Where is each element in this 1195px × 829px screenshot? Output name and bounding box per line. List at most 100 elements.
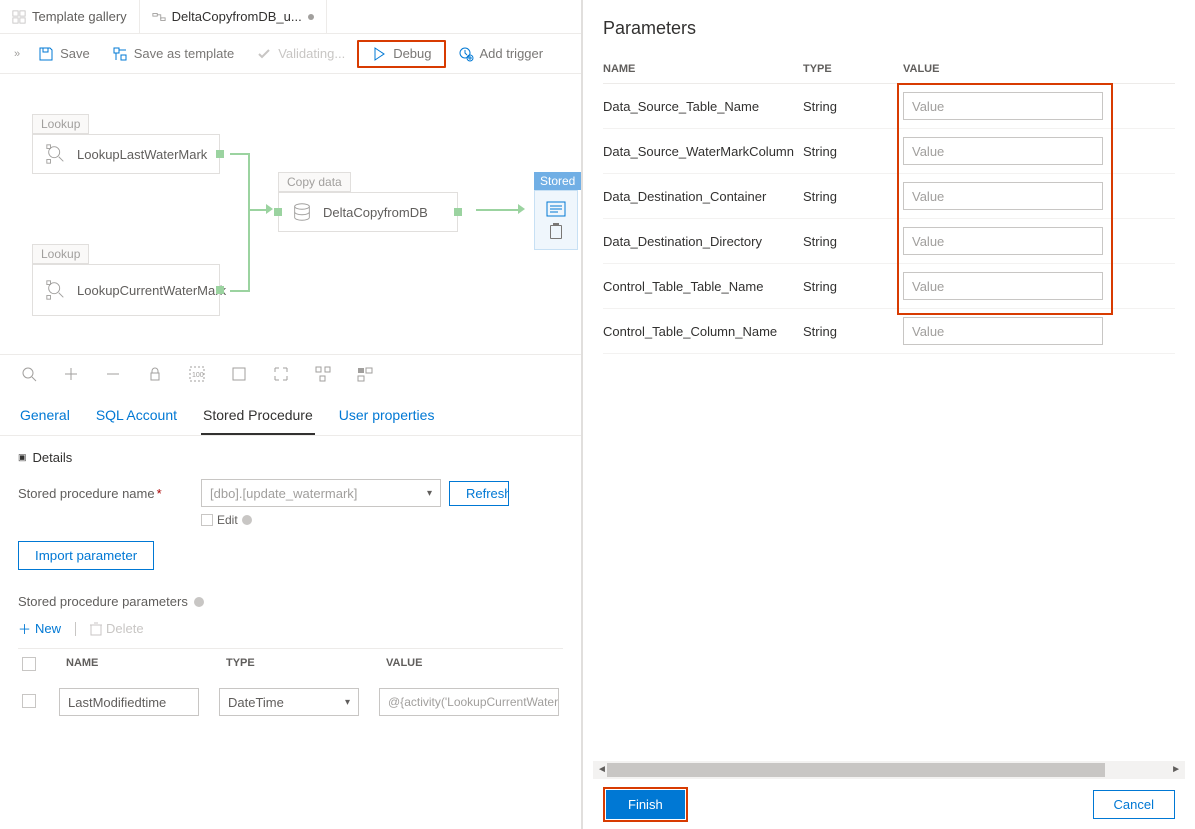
- param-value-input[interactable]: [903, 272, 1103, 300]
- add-icon[interactable]: [62, 365, 80, 383]
- tab-sql-account[interactable]: SQL Account: [94, 401, 179, 435]
- node-stored-procedure[interactable]: Stored: [534, 172, 581, 250]
- param-type: String: [803, 144, 903, 159]
- param-name: Data_Source_Table_Name: [603, 99, 803, 114]
- fullscreen-icon[interactable]: [230, 365, 248, 383]
- param-type: String: [803, 234, 903, 249]
- pipeline-icon: [152, 10, 166, 24]
- fit-icon[interactable]: [272, 365, 290, 383]
- layout-icon[interactable]: [314, 365, 332, 383]
- node-copy-label: DeltaCopyfromDB: [323, 205, 428, 220]
- panel-col-name: NAME: [603, 63, 803, 75]
- scrollbar-thumb[interactable]: [607, 763, 1105, 777]
- scroll-right-icon[interactable]: ►: [1171, 764, 1181, 775]
- sp-edit-link[interactable]: Edit: [201, 513, 563, 527]
- node-lookup-last[interactable]: LookupLastWaterMark: [32, 134, 220, 174]
- detail-tabs: General SQL Account Stored Procedure Use…: [0, 393, 581, 436]
- panel-col-type: TYPE: [803, 63, 903, 75]
- zoom-fit-icon[interactable]: 100: [188, 365, 206, 383]
- delete-label: Delete: [106, 621, 144, 636]
- col-type: TYPE: [226, 657, 366, 674]
- new-label: New: [35, 621, 61, 636]
- scroll-left-icon[interactable]: ◄: [597, 764, 607, 775]
- param-name-input[interactable]: LastModifiedtime: [59, 688, 199, 716]
- sp-params-heading: Stored procedure parameters: [18, 594, 188, 609]
- save-button[interactable]: Save: [28, 42, 100, 66]
- align-icon[interactable]: [356, 365, 374, 383]
- details-section-label: Details: [33, 450, 73, 465]
- param-value-input[interactable]: [903, 227, 1103, 255]
- save-icon: [38, 46, 54, 62]
- details-section-header[interactable]: ▣ Details: [18, 450, 563, 465]
- delete-icon[interactable]: [550, 225, 562, 239]
- node-lookup-current[interactable]: LookupCurrentWaterMark: [32, 264, 220, 316]
- debug-label: Debug: [393, 46, 431, 61]
- pipeline-canvas[interactable]: Lookup LookupLastWaterMark Lookup Lookup…: [0, 74, 581, 354]
- search-icon[interactable]: [20, 365, 38, 383]
- panel-param-row: Control_Table_Column_NameString: [603, 309, 1175, 354]
- node-copy[interactable]: DeltaCopyfromDB: [278, 192, 458, 232]
- info-icon: [194, 597, 204, 607]
- panel-param-row: Data_Destination_ContainerString: [603, 174, 1175, 219]
- panel-title: Parameters: [583, 0, 1195, 45]
- info-icon: [242, 515, 252, 525]
- panel-table-header: NAME TYPE VALUE: [603, 55, 1175, 84]
- validate-label: Validating...: [278, 46, 345, 61]
- row-checkbox[interactable]: [22, 694, 36, 708]
- param-value-input[interactable]: [903, 92, 1103, 120]
- sp-param-row: LastModifiedtime DateTime▾ @{activity('L…: [18, 682, 563, 722]
- finish-button[interactable]: Finish: [606, 790, 685, 819]
- horizontal-scrollbar[interactable]: ◄ ►: [593, 761, 1185, 779]
- param-name: Control_Table_Table_Name: [603, 279, 803, 294]
- tab-stored-procedure[interactable]: Stored Procedure: [201, 401, 315, 435]
- lock-icon[interactable]: [146, 365, 164, 383]
- param-value-input[interactable]: @{activity('LookupCurrentWaterMut.firstR…: [379, 688, 559, 716]
- param-value-input[interactable]: [903, 317, 1103, 345]
- save-as-template-button[interactable]: Save as template: [102, 42, 244, 66]
- remove-icon[interactable]: [104, 365, 122, 383]
- panel-col-value: VALUE: [903, 63, 1175, 75]
- panel-param-row: Data_Destination_DirectoryString: [603, 219, 1175, 264]
- sp-name-select[interactable]: [dbo].[update_watermark] ▾: [201, 479, 441, 507]
- check-icon: [256, 46, 272, 62]
- trash-icon: [90, 622, 102, 636]
- lookup-icon: [45, 143, 67, 165]
- editor-tabs: Template gallery DeltaCopyfromDB_u...: [0, 0, 581, 34]
- tab-gallery-label: Template gallery: [32, 9, 127, 24]
- tab-pipeline-label: DeltaCopyfromDB_u...: [172, 9, 302, 24]
- save-as-template-label: Save as template: [134, 46, 234, 61]
- refresh-button[interactable]: Refresh: [449, 481, 509, 506]
- import-parameter-button[interactable]: Import parameter: [18, 541, 154, 570]
- save-label: Save: [60, 46, 90, 61]
- new-param-button[interactable]: ＋ New: [18, 619, 61, 638]
- tab-template-gallery[interactable]: Template gallery: [0, 0, 140, 33]
- param-name: Data_Destination_Directory: [603, 234, 803, 249]
- pipeline-toolbar: » Save Save as template Validating... De…: [0, 34, 581, 74]
- plus-icon: ＋: [18, 619, 31, 638]
- sp-edit-label: Edit: [217, 513, 238, 527]
- canvas-toolbar: 100: [0, 354, 581, 393]
- lookup-group-label-2: Lookup: [32, 244, 89, 264]
- param-value-input[interactable]: [903, 182, 1103, 210]
- lookup-group-label-1: Lookup: [32, 114, 89, 134]
- col-name: NAME: [66, 657, 206, 674]
- delete-param-button[interactable]: Delete: [90, 621, 144, 636]
- tab-user-properties[interactable]: User properties: [337, 401, 437, 435]
- param-value-input[interactable]: [903, 137, 1103, 165]
- sp-name-label: Stored procedure name*: [18, 486, 193, 501]
- col-value: VALUE: [386, 657, 559, 674]
- param-type: String: [803, 324, 903, 339]
- debug-button[interactable]: Debug: [357, 40, 445, 68]
- add-trigger-button[interactable]: Add trigger: [448, 42, 554, 66]
- copy-group-label: Copy data: [278, 172, 351, 192]
- validate-button[interactable]: Validating...: [246, 42, 355, 66]
- select-all-checkbox[interactable]: [22, 657, 36, 671]
- cancel-button[interactable]: Cancel: [1093, 790, 1175, 819]
- expand-chevrons-icon[interactable]: »: [8, 48, 26, 60]
- node-lookup-last-label: LookupLastWaterMark: [77, 147, 207, 162]
- stored-procedure-settings: ▣ Details Stored procedure name* [dbo].[…: [0, 436, 581, 736]
- param-type-select[interactable]: DateTime▾: [219, 688, 359, 716]
- tab-general[interactable]: General: [18, 401, 72, 435]
- panel-param-row: Data_Source_Table_NameString: [603, 84, 1175, 129]
- tab-pipeline[interactable]: DeltaCopyfromDB_u...: [140, 0, 327, 33]
